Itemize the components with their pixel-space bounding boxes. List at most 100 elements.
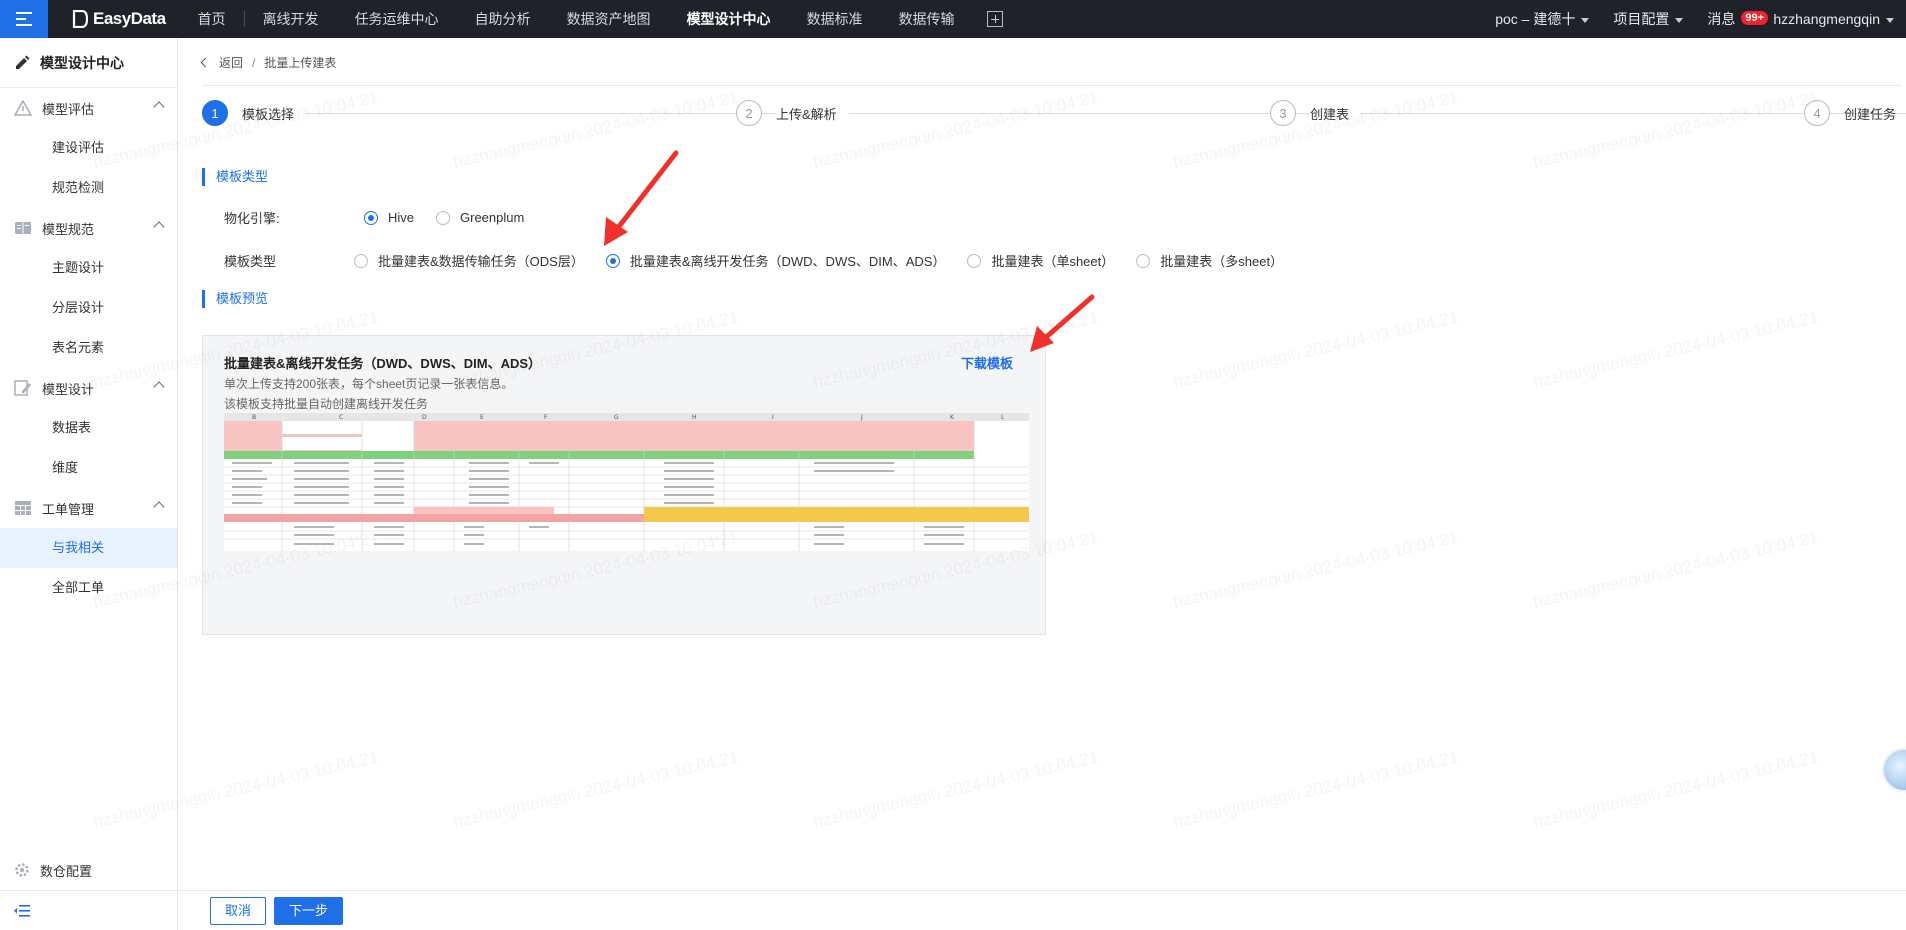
- radio-label: Greenplum: [460, 210, 525, 225]
- chevron-up-icon: [153, 101, 165, 113]
- main-nav: 首页 离线开发 任务运维中心 自助分析 数据资产地图 模型设计中心 数据标准 数…: [180, 0, 1003, 38]
- step-3: 3 创建表: [1270, 100, 1362, 126]
- sidebar-group-model-eval[interactable]: 模型评估: [0, 88, 177, 128]
- nav-item-model-design[interactable]: 模型设计中心: [669, 0, 789, 38]
- back-arrow-icon[interactable]: [200, 57, 211, 68]
- download-template-link[interactable]: 下载模板: [961, 353, 1013, 372]
- grid-icon: [15, 501, 31, 515]
- collapse-menu-icon: [14, 904, 30, 917]
- chevron-down-icon: [1581, 17, 1590, 23]
- user-name: hzzhangmengqin: [1773, 11, 1880, 27]
- model-design-icon: [16, 55, 30, 69]
- next-step-button[interactable]: 下一步: [274, 897, 344, 925]
- radio-label: Hive: [388, 210, 415, 225]
- sidebar-group-model-design[interactable]: 模型设计: [0, 368, 177, 408]
- sidebar-item-all-tickets[interactable]: 全部工单: [0, 568, 177, 608]
- sidebar-collapse-button[interactable]: [0, 890, 178, 930]
- sidebar-item-data-table[interactable]: 数据表: [0, 408, 177, 448]
- edit-icon: [14, 380, 31, 396]
- sidebar-group-label: 工单管理: [42, 501, 95, 517]
- step-4: 4 创建任务: [1804, 100, 1896, 126]
- radio-dot: [436, 210, 451, 225]
- sidebar-item-build-eval[interactable]: 建设评估: [0, 128, 177, 168]
- nav-item-data-standard[interactable]: 数据标准: [789, 0, 881, 38]
- chevron-up-icon: [153, 381, 165, 393]
- app-logo[interactable]: EasyData: [72, 9, 166, 29]
- breadcrumb-current: 批量上传建表: [264, 56, 337, 70]
- sidebar-title: 模型设计中心: [40, 54, 124, 71]
- sidebar-item-related-to-me[interactable]: 与我相关: [0, 528, 177, 568]
- book-icon: [15, 222, 31, 234]
- step-label: 创建任务: [1844, 106, 1897, 122]
- step-number: 4: [1804, 100, 1830, 126]
- nav-right-area: poc – 建德十 项目配置 消息 99+ hzzhangmengqin: [1483, 0, 1906, 38]
- nav-item-task-ops[interactable]: 任务运维中心: [337, 0, 457, 38]
- warning-triangle-icon: [14, 100, 32, 116]
- sheet-col-label: G: [614, 414, 619, 421]
- footer-bar: 取消 下一步: [178, 890, 1906, 930]
- engine-row: 物化引擎: Hive Greenplum: [224, 208, 546, 227]
- radio-template-offline-dev[interactable]: 批量建表&离线开发任务（DWD、DWS、DIM、ADS）: [605, 251, 946, 270]
- nav-item-data-asset-map[interactable]: 数据资产地图: [549, 0, 669, 38]
- menu-toggle-button[interactable]: [0, 0, 48, 38]
- project-selector[interactable]: poc – 建德十: [1483, 9, 1601, 29]
- app-logo-text: EasyData: [93, 9, 166, 28]
- user-menu[interactable]: hzzhangmengqin: [1761, 11, 1906, 27]
- project-config-menu[interactable]: 项目配置: [1601, 9, 1695, 29]
- cancel-button[interactable]: 取消: [210, 897, 267, 925]
- step-number: 2: [736, 100, 762, 126]
- step-label: 模板选择: [242, 103, 307, 123]
- preview-description: 该模板支持批量自动创建离线开发任务: [224, 397, 429, 411]
- easydata-logo-icon: [72, 10, 88, 28]
- sidebar-group-ticket-mgmt[interactable]: 工单管理: [0, 488, 177, 528]
- nav-item-self-analysis[interactable]: 自助分析: [457, 0, 549, 38]
- sidebar-item-table-name-elements[interactable]: 表名元素: [0, 328, 177, 368]
- radio-dot: [605, 253, 620, 268]
- add-shortcut-icon[interactable]: [986, 11, 1003, 27]
- sidebar-group-model-spec[interactable]: 模型规范: [0, 208, 177, 248]
- sheet-col-label: F: [544, 414, 548, 421]
- sidebar-group-label: 模型评估: [42, 101, 95, 117]
- engine-label: 物化引擎:: [224, 211, 280, 226]
- nav-item-offline-dev[interactable]: 离线开发: [245, 0, 337, 38]
- radio-template-ods[interactable]: 批量建表&数据传输任务（ODS层）: [354, 251, 584, 270]
- chevron-down-icon: [1886, 17, 1894, 23]
- step-number: 3: [1270, 100, 1296, 126]
- sidebar-item-dw-config[interactable]: 数仓配置: [0, 850, 178, 890]
- template-preview-card: 批量建表&离线开发任务（DWD、DWS、DIM、ADS） 下载模板 单次上传支持…: [202, 335, 1046, 635]
- radio-label: 批量建表&离线开发任务（DWD、DWS、DIM、ADS）: [629, 254, 946, 269]
- preview-title: 批量建表&离线开发任务（DWD、DWS、DIM、ADS）: [224, 356, 542, 371]
- sidebar: 模型设计中心 模型评估 建设评估 规范检测 模型规范 主题设计 分层设计 表名元…: [0, 38, 178, 930]
- breadcrumb-back[interactable]: 返回: [219, 54, 243, 71]
- template-type-row: 模板类型 批量建表&数据传输任务（ODS层） 批量建表&离线开发任务（DWD、D…: [224, 251, 1305, 270]
- sidebar-item-dimension[interactable]: 维度: [0, 448, 177, 488]
- preview-description: 单次上传支持200张表，每个sheet页记录一张表信息。: [224, 377, 514, 391]
- sidebar-item-topic-design[interactable]: 主题设计: [0, 248, 177, 288]
- top-navigation-bar: EasyData 首页 离线开发 任务运维中心 自助分析 数据资产地图 模型设计…: [0, 0, 1906, 38]
- radio-template-multi-sheet[interactable]: 批量建表（多sheet）: [1136, 251, 1283, 270]
- radio-dot: [354, 253, 368, 268]
- main-content: 返回 / 批量上传建表 1 模板选择 2 上传&解析 3 创建表 4 创建任务 …: [178, 38, 1906, 930]
- sheet-col-label: C: [339, 414, 343, 421]
- sheet-col-label: E: [480, 414, 484, 421]
- messages-menu[interactable]: 消息 99+: [1695, 9, 1769, 29]
- chevron-up-icon: [153, 221, 165, 233]
- nav-item-data-transfer[interactable]: 数据传输: [881, 0, 973, 38]
- step-indicator: 1 模板选择 2 上传&解析 3 创建表 4 创建任务: [202, 100, 1906, 128]
- sidebar-item-layer-design[interactable]: 分层设计: [0, 288, 177, 328]
- radio-dot: [1136, 253, 1151, 268]
- step-label: 创建表: [1310, 103, 1362, 123]
- sheet-col-label: B: [252, 414, 256, 421]
- sidebar-item-spec-check[interactable]: 规范检测: [0, 168, 177, 208]
- sheet-col-label: H: [692, 414, 697, 421]
- sheet-col-label: I: [772, 414, 774, 421]
- chevron-up-icon: [153, 501, 165, 513]
- sidebar-group-label: 模型设计: [42, 381, 95, 397]
- radio-hive[interactable]: Hive: [364, 210, 414, 225]
- radio-template-single-sheet[interactable]: 批量建表（单sheet）: [967, 251, 1114, 270]
- step-number: 1: [202, 100, 228, 126]
- nav-item-home[interactable]: 首页: [180, 0, 244, 38]
- radio-label: 批量建表&数据传输任务（ODS层）: [378, 254, 584, 269]
- radio-greenplum[interactable]: Greenplum: [436, 210, 524, 225]
- project-config-label: 项目配置: [1613, 11, 1670, 27]
